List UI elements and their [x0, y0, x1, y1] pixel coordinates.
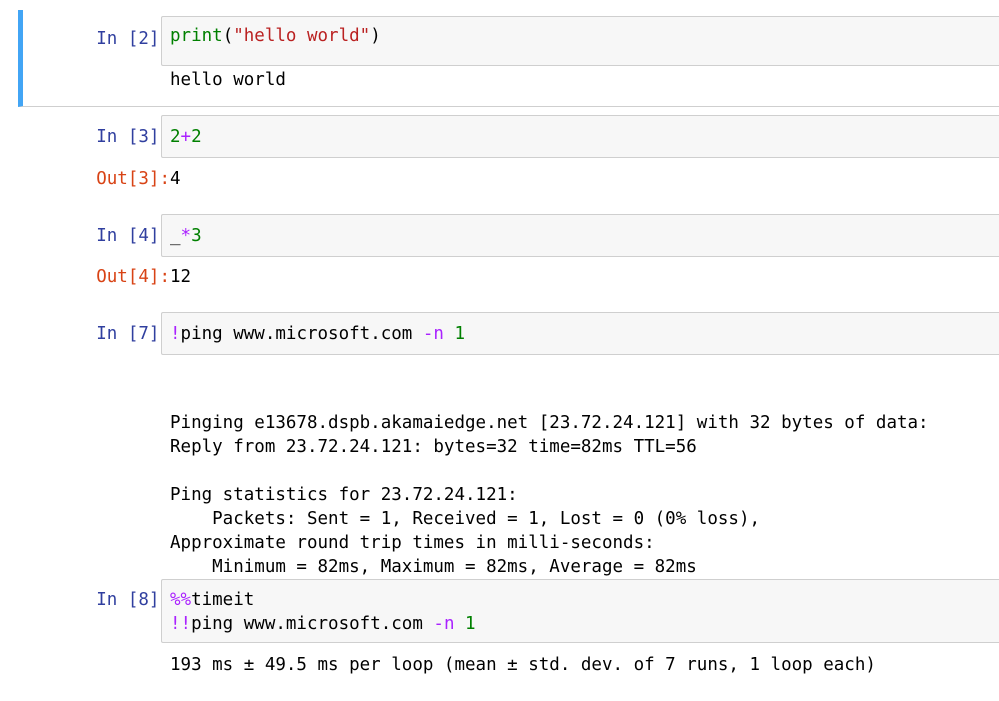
code-input[interactable]: %%timeit !!ping www.microsoft.com -n 1: [161, 579, 999, 643]
stream-output: hello world: [170, 70, 286, 90]
code-token-number: 1: [465, 614, 476, 634]
code-token-number: 2: [170, 127, 181, 147]
code-token-variable: _: [170, 226, 181, 246]
output-line: Reply from 23.72.24.121: bytes=32 time=8…: [170, 437, 697, 457]
input-prompt: In [4]:: [96, 226, 170, 246]
code-input[interactable]: !ping www.microsoft.com -n 1: [161, 312, 999, 355]
code-input[interactable]: _*3: [161, 214, 999, 257]
notebook-cell-8[interactable]: In [8]: %%timeit !!ping www.microsoft.com…: [18, 579, 999, 689]
code-line: %%timeit: [170, 588, 991, 612]
notebook-cell-4[interactable]: In [4]: _*3 Out[4]: 12: [18, 214, 999, 299]
code-token-paren: ): [370, 26, 381, 46]
code-token-number: 3: [191, 226, 202, 246]
output-line: Ping statistics for 23.72.24.121:: [170, 485, 518, 505]
result-output: 12: [170, 267, 192, 287]
output-line: Minimum = 82ms, Maximum = 82ms, Average …: [170, 557, 697, 577]
code-token-magic-name: timeit: [191, 590, 255, 610]
code-token-command: ping www.microsoft.com: [191, 614, 434, 634]
code-token-operator: +: [180, 127, 192, 147]
output-prompt: Out[3]:: [96, 169, 170, 189]
output-line: Approximate round trip times in milli-se…: [170, 533, 655, 553]
code-token-cell-magic: %%: [170, 590, 192, 610]
code-token-flag: -n: [433, 614, 455, 634]
input-prompt: In [8]:: [96, 590, 170, 610]
code-token-paren: (: [222, 26, 234, 46]
code-token-number: 2: [191, 127, 202, 147]
code-token-function: print: [170, 26, 223, 46]
notebook-cell-2[interactable]: In [2]: print("hello world") hello world: [18, 10, 999, 107]
notebook-cell-7[interactable]: In [7]: !ping www.microsoft.com -n 1 Pin…: [18, 312, 999, 577]
code-token-flag: -n: [422, 324, 444, 344]
result-output: 4: [170, 169, 181, 189]
code-token-operator: *: [180, 226, 192, 246]
code-token-number: 1: [454, 324, 466, 344]
code-token-string: "hello world": [233, 26, 371, 46]
code-token-shell-escape: !!: [170, 614, 192, 634]
input-prompt: In [2]:: [96, 29, 170, 49]
code-input[interactable]: 2+2: [161, 115, 999, 158]
code-input[interactable]: print("hello world"): [161, 16, 999, 66]
stream-output: 193 ms ± 49.5 ms per loop (mean ± std. d…: [170, 655, 876, 675]
code-token-shell-escape: !: [170, 324, 181, 344]
output-prompt: Out[4]:: [96, 267, 170, 287]
notebook-cell-3[interactable]: In [3]: 2+2 Out[3]: 4: [18, 115, 999, 200]
code-line: !!ping www.microsoft.com -n 1: [170, 612, 991, 636]
code-token-command: ping www.microsoft.com: [180, 324, 423, 344]
output-line: Pinging e13678.dspb.akamaiedge.net [23.7…: [170, 413, 929, 433]
output-line: Packets: Sent = 1, Received = 1, Lost = …: [170, 509, 761, 529]
input-prompt: In [3]:: [96, 127, 170, 147]
input-prompt: In [7]:: [96, 324, 170, 344]
